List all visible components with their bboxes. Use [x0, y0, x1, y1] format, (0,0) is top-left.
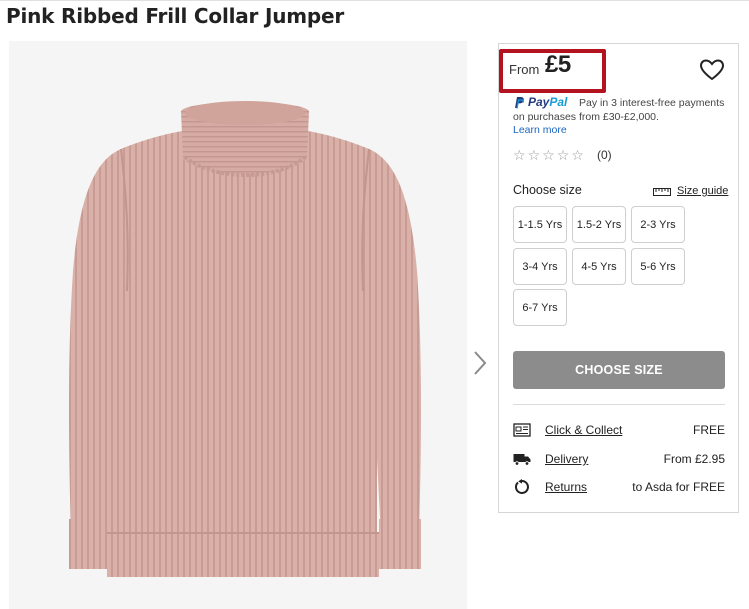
star-icon: ☆	[571, 147, 584, 163]
product-title: Pink Ribbed Frill Collar Jumper	[6, 4, 345, 28]
star-icon: ☆	[542, 147, 555, 163]
size-option[interactable]: 1-1.5 Yrs	[513, 206, 567, 243]
click-and-collect-price: FREE	[692, 423, 725, 437]
divider	[513, 404, 725, 405]
size-option[interactable]: 6-7 Yrs	[513, 289, 567, 326]
star-icon: ☆	[556, 147, 570, 163]
returns-icon	[513, 478, 531, 496]
returns-row: Returns to Asda for FREE	[513, 478, 725, 496]
returns-info: to Asda for FREE	[632, 480, 725, 494]
star-icon: ☆	[513, 147, 526, 163]
returns-link[interactable]: Returns	[545, 480, 587, 494]
truck-icon	[513, 450, 531, 468]
star-icon: ☆	[527, 147, 541, 163]
click-and-collect-link[interactable]: Click & Collect	[545, 423, 622, 437]
size-guide-label: Size guide	[677, 185, 729, 197]
review-count[interactable]: (0)	[597, 148, 612, 162]
sweater-image	[69, 101, 421, 577]
purchase-panel: From £5 Pay Pal Pay in 3 interest-free pa…	[498, 43, 739, 513]
paypal-learn-more-link[interactable]: Learn more	[513, 124, 567, 136]
top-rule	[0, 0, 749, 1]
paypal-message: Pay in 3 interest-free payments on purch…	[513, 96, 735, 124]
size-option[interactable]: 5-6 Yrs	[631, 248, 685, 285]
size-option[interactable]: 3-4 Yrs	[513, 248, 567, 285]
rating-stars[interactable]: ☆ ☆ ☆ ☆ ☆	[513, 148, 584, 162]
wishlist-heart-icon[interactable]	[699, 58, 725, 82]
click-and-collect-row: Click & Collect FREE	[513, 421, 725, 439]
ruler-icon	[653, 188, 671, 196]
delivery-row: Delivery From £2.95	[513, 450, 725, 468]
product-image[interactable]	[9, 41, 467, 609]
store-icon	[513, 421, 531, 439]
size-option[interactable]: 2-3 Yrs	[631, 206, 685, 243]
size-option[interactable]: 4-5 Yrs	[572, 248, 626, 285]
delivery-link[interactable]: Delivery	[545, 452, 588, 466]
choose-size-label: Choose size	[513, 183, 582, 197]
size-option[interactable]: 1.5-2 Yrs	[572, 206, 626, 243]
delivery-price: From £2.95	[663, 452, 725, 466]
choose-size-button[interactable]: CHOOSE SIZE	[513, 351, 725, 389]
paypal-message-text: Pay in 3 interest-free payments on purch…	[513, 97, 725, 123]
next-image-chevron-icon[interactable]	[472, 350, 488, 376]
size-guide-link[interactable]: Size guide	[653, 185, 728, 197]
price-from-label: From	[509, 62, 540, 77]
price-value: £5	[545, 51, 571, 78]
